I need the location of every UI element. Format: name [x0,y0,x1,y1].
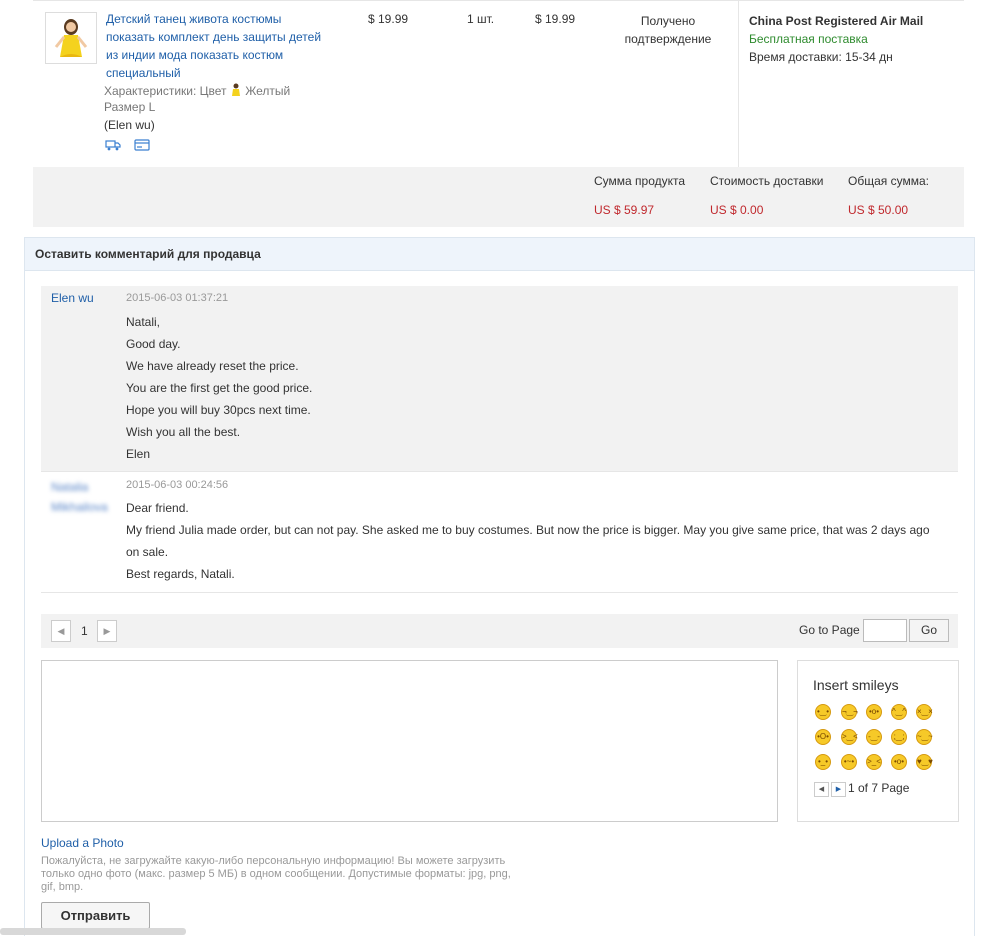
shipping-free: Бесплатная поставка [749,32,868,46]
panel-title: Оставить комментарий для продавца [35,247,261,261]
order-item-row: Детский танец живота костюмы показать ко… [33,0,964,168]
message-line: Dear friend. [126,501,189,515]
smiley-icon[interactable]: •O• [815,729,831,745]
message-line: We have already reset the price. [126,359,299,373]
send-button[interactable]: Отправить [41,902,150,929]
prev-page-button[interactable]: ◀ [51,620,71,642]
message-line: Wish you all the best. [126,425,241,439]
product-sum: Сумма продукта US $ 59.97 [594,174,685,217]
grand-total-label: Общая сумма: [848,174,929,188]
product-sum-label: Сумма продукта [594,174,686,188]
status-line: Получено [640,14,696,28]
order-summary: Сумма продукта US $ 59.97 Стоимость дост… [33,167,964,227]
smiley-icon[interactable]: ^‿^ [891,704,907,720]
divider [738,1,739,167]
smiley-icon[interactable]: ♥‿♥ [916,754,933,770]
message-line: You are the first get the good price. [126,381,313,395]
message-item: Natalia Mikhailova 2015-06-03 00:24:56 D… [41,472,958,593]
product-thumbnail[interactable] [45,12,97,64]
smiley-icon[interactable]: -‿- [866,729,882,745]
message-line: Hope you will buy 30pcs next time. [126,403,311,417]
author-line: Mikhailova [51,500,108,514]
smiley-icon[interactable]: >_< [866,754,882,770]
pagination-bar: ◀ 1 ▶ Go to Page Go [41,614,958,648]
upload-photo-link[interactable]: Upload a Photo [41,836,124,850]
seller-comments-panel: Оставить комментарий для продавца Elen w… [24,237,975,936]
shipping-info: China Post Registered Air Mail Бесплатна… [749,12,923,66]
shipping-cost-label: Стоимость доставки [710,174,824,188]
product-title-link[interactable]: Детский танец живота костюмы показать ко… [106,10,336,82]
delivery-value: 15-34 дн [845,50,893,64]
goto-page-input[interactable] [863,619,907,642]
message-author-blurred[interactable]: Natalia Mikhailova [51,477,121,517]
message-author[interactable]: Elen wu [51,291,121,305]
comment-textarea[interactable] [41,660,778,822]
color-swatch-icon [230,83,242,97]
grand-total: Общая сумма: US $ 50.00 [848,174,929,217]
next-page-button[interactable]: ▶ [97,620,117,642]
shipping-method: China Post Registered Air Mail [749,14,924,28]
buyer-name: (Elen wu) [104,118,155,132]
shipping-cost: Стоимость доставки US $ 0.00 [710,174,823,217]
message-date: 2015-06-03 01:37:21 [126,292,229,304]
unit-price: $ 19.99 [368,12,409,26]
smiley-icon[interactable]: >‿< [841,729,858,745]
upload-note: Пожалуйста, не загружайте какую-либо пер… [41,855,511,893]
current-page[interactable]: 1 [81,624,88,638]
smiley-page-label: 1 of 7 Page [848,781,910,795]
smiley-icon[interactable]: ;‿; [891,729,907,745]
smiley-title: Insert smileys [813,677,899,693]
goto-page-label: Go to Page [799,623,860,637]
product-sum-value: US $ 59.97 [594,203,655,217]
attr-size: Размер L [104,100,156,114]
message-date: 2015-06-03 00:24:56 [126,479,229,491]
product-title-line[interactable]: специальный [106,64,336,82]
status-line: подтверждение [624,32,712,46]
smiley-icon[interactable]: ×‿× [916,704,933,720]
message-line: My friend Julia made order, but can not … [126,523,930,537]
smiley-prev-button[interactable]: ◀ [814,782,829,797]
message-item: Elen wu 2015-06-03 01:37:21 Natali, Good… [41,286,958,472]
message-line: on sale. [126,545,169,559]
message-line: Elen [126,447,151,461]
horizontal-scrollbar[interactable] [0,928,186,935]
product-title-line[interactable]: Детский танец живота костюмы [106,10,336,28]
message-line: Natali, [126,315,161,329]
truck-icon[interactable] [105,139,121,154]
smiley-icon[interactable]: •_• [815,754,831,770]
smiley-icon[interactable]: •‿• [815,704,831,720]
smiley-panel: Insert smileys •‿• ¬‿¬ •o• ^‿^ ×‿× •O• >… [797,660,959,822]
delivery-label: Время доставки: [749,50,842,64]
product-attributes: Характеристики: Цвет Желтый [104,82,290,100]
panel-header: Оставить комментарий для продавца [25,238,974,271]
smiley-icon[interactable]: •~• [841,754,857,770]
shipping-cost-value: US $ 0.00 [710,203,764,217]
order-section: Детский танец живота костюмы показать ко… [33,0,964,228]
attr-label: Характеристики: Цвет [104,84,227,98]
card-icon[interactable] [134,139,150,154]
product-title-line[interactable]: показать комплект день защиты детей [106,28,336,46]
smiley-icon[interactable]: •o• [866,704,882,720]
product-action-icons [105,139,160,154]
item-total: $ 19.99 [535,12,576,26]
delivery-time: Время доставки: 15-34 дн [749,48,923,66]
author-line: Natalia [51,480,89,494]
product-title-line[interactable]: из индии мода показать костюм [106,46,336,64]
smiley-icon[interactable]: ~‿~ [916,729,933,745]
smiley-icon[interactable]: ¬‿¬ [841,704,858,720]
attr-color: Желтый [245,84,291,98]
message-line: Best regards, Natali. [126,567,235,581]
go-button[interactable]: Go [909,619,949,642]
order-status: Получено подтверждение [618,12,718,48]
smiley-icon[interactable]: •o• [891,754,907,770]
grand-total-value: US $ 50.00 [848,203,909,217]
message-line: Good day. [126,337,181,351]
quantity: 1 шт. [467,12,495,26]
smiley-next-button[interactable]: ▶ [831,782,846,797]
